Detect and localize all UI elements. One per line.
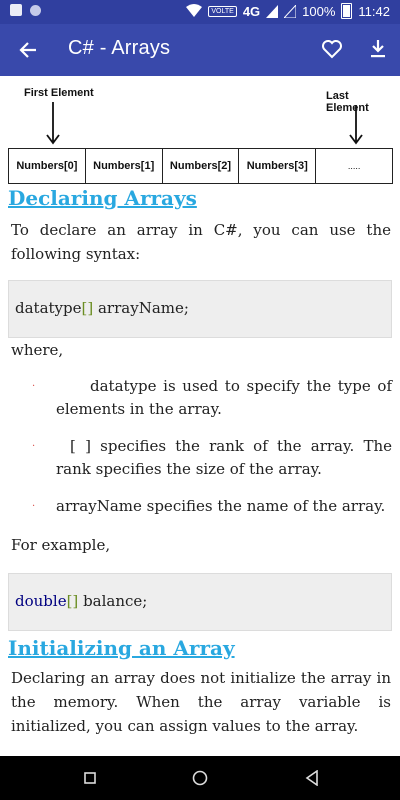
list-item: · [ ] specifies the rank of the array. T…	[32, 435, 392, 481]
bullet-dot: ·	[32, 381, 36, 392]
battery-percent: 100%	[302, 3, 336, 19]
bullet-dot: ·	[32, 501, 36, 512]
list-item-text: [ ] specifies the rank of the array. The…	[56, 437, 392, 478]
array-cells: Numbers[0] Numbers[1] Numbers[2] Numbers…	[8, 148, 393, 184]
list-item-text: arrayName specifies the name of the arra…	[56, 497, 386, 515]
status-bar: VOLTE 4G 100% 11:42	[0, 0, 400, 24]
volte-indicator: VOLTE	[208, 5, 237, 17]
array-cell: Numbers[2]	[163, 149, 240, 183]
list-item: · arrayName specifies the name of the ar…	[32, 495, 392, 518]
download-icon[interactable]	[366, 37, 390, 61]
example-intro: For example,	[11, 536, 111, 554]
code-rest: balance;	[78, 592, 148, 610]
arrow-back-icon[interactable]	[14, 36, 42, 64]
code-rest: arrayName;	[93, 299, 189, 317]
code-block-example: double[] balance;	[8, 573, 392, 631]
arrow-down-icon	[46, 102, 60, 145]
code-type: double	[15, 592, 67, 610]
triangle-back-icon[interactable]	[302, 768, 322, 788]
array-cell: Numbers[3]	[239, 149, 317, 183]
square-recents-icon[interactable]	[80, 768, 100, 788]
bullet-dot: ·	[32, 441, 36, 452]
code-brackets: []	[81, 299, 94, 317]
array-cell: Numbers[1]	[86, 149, 163, 183]
app-status-icon	[30, 4, 41, 16]
code-type: datatype	[15, 299, 82, 317]
code-block-syntax: datatype[] arrayName;	[8, 280, 392, 338]
signal-icon	[266, 4, 279, 18]
first-element-label: First Element	[24, 87, 94, 99]
wifi-icon	[186, 4, 203, 17]
section-heading-initializing: Initializing an Array	[8, 636, 235, 660]
notification-icon	[10, 4, 22, 16]
network-type: 4G	[242, 3, 261, 19]
intro-text: To declare an array in C#, you can use t…	[11, 221, 391, 263]
heart-outline-icon[interactable]	[320, 37, 344, 61]
page-title: C# - Arrays	[68, 37, 171, 59]
section-heading-declaring: Declaring Arrays	[8, 186, 197, 210]
list-item-text: datatype is used to specify the type of …	[56, 377, 392, 418]
array-diagram: First Element Last Element Numbers[0] Nu…	[8, 86, 393, 184]
initializing-text: Declaring an array does not initialize t…	[11, 669, 391, 735]
battery-icon	[341, 3, 353, 19]
clock: 11:42	[358, 3, 390, 19]
article-content[interactable]: First Element Last Element Numbers[0] Nu…	[0, 76, 400, 756]
circle-home-icon[interactable]	[190, 768, 210, 788]
arrow-down-icon	[349, 105, 363, 145]
navigation-bar	[0, 756, 400, 800]
array-cell: .....	[347, 161, 361, 171]
app-bar: C# - Arrays	[0, 24, 400, 76]
array-cell: Numbers[0]	[9, 149, 86, 183]
where-text: where,	[11, 341, 64, 359]
signal-empty-icon	[284, 4, 297, 18]
list-item: · datatype is used to specify the type o…	[32, 375, 392, 421]
code-brackets: []	[66, 592, 79, 610]
